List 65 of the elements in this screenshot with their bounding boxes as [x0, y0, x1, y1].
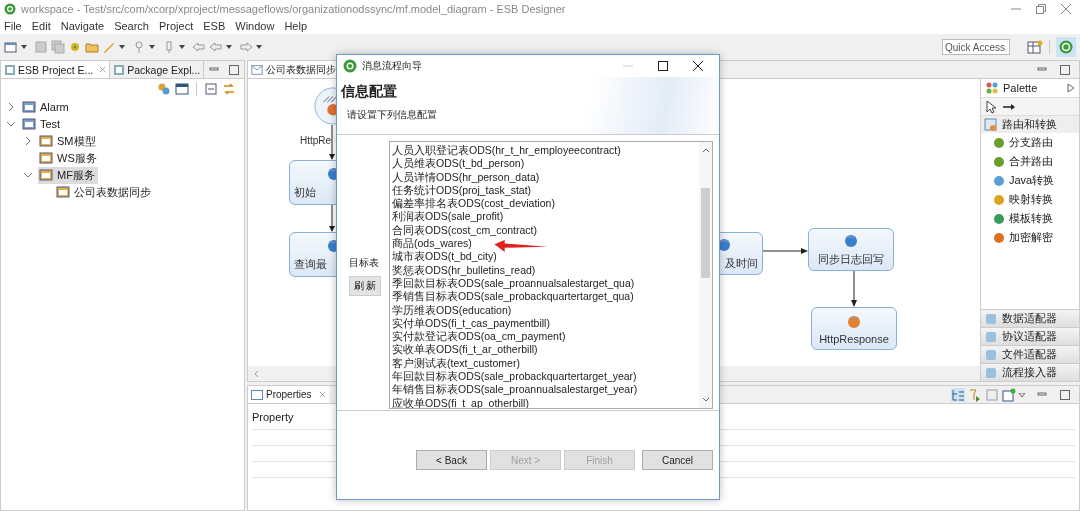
list-option[interactable]: 合同表ODS(cost_cm_contract) — [392, 223, 699, 238]
flow-node[interactable]: HttpResponse — [811, 307, 897, 350]
menu-item[interactable]: Help — [284, 20, 307, 32]
menu-item[interactable]: ESB — [203, 20, 226, 32]
tree-item[interactable]: 公司表数据同步 — [55, 183, 154, 201]
palette-item[interactable]: 模板转换 — [981, 209, 1079, 228]
menu-item[interactable]: Edit — [31, 20, 51, 32]
quick-access-field[interactable]: Quick Access — [942, 39, 1010, 55]
palette-item[interactable]: 映射转换 — [981, 190, 1079, 209]
menu-item[interactable]: File — [4, 20, 22, 32]
list-option[interactable]: 人员入职登记表ODS(hr_t_hr_employeecontract) — [392, 144, 699, 158]
list-option[interactable]: 利润表ODS(sale_profit) — [392, 210, 699, 224]
list-option[interactable]: 年销售目标表ODS(sale_proannualsalestarget_year) — [392, 383, 699, 397]
view-tab[interactable]: ESB Project E... — [1, 61, 111, 78]
palette-item[interactable]: 加密解密 — [981, 228, 1079, 247]
dialog-button[interactable]: Cancel — [642, 450, 713, 470]
list-option[interactable]: 季回款目标表ODS(sale_proannualsalestarget_qua) — [392, 276, 699, 291]
window-title: workspace - Test/src/com/xcorp/xproject/messageflows/organizationodssync/mf.model_diagram - ESB Designer — [21, 3, 566, 15]
palette-item[interactable]: Java转换 — [981, 171, 1079, 190]
list-option[interactable]: 实收单表ODS(fi_t_ar_otherbill) — [392, 343, 699, 357]
node-label: HttpRe — [300, 135, 332, 146]
list-option[interactable]: 年回款目标表ODS(sale_probackquartertarget_year) — [392, 370, 699, 384]
list-option[interactable]: 偏差率排名表ODS(cost_deviation) — [392, 197, 699, 211]
list-option[interactable]: 客户测试表(text_customer) — [392, 356, 699, 371]
list-option[interactable]: 季销售目标表ODS(sale_probackquartertarget_qua) — [392, 290, 699, 304]
node-label: 同步日志回写 — [818, 252, 884, 267]
tree-item[interactable]: Test — [21, 116, 64, 132]
list-option[interactable]: 商品(ods_wares) — [392, 237, 699, 251]
node-label: HttpResponse — [819, 332, 889, 345]
properties-tab[interactable]: Properties — [248, 386, 329, 403]
menu-item[interactable]: Project — [159, 20, 194, 32]
list-option[interactable]: 城市表ODS(t_bd_city) — [392, 250, 699, 264]
editor-tab[interactable]: 公司表数据同步 — [248, 61, 339, 78]
menu-item[interactable]: Window — [235, 20, 275, 32]
palette-drawer[interactable]: 数据适配器 — [981, 309, 1079, 327]
page-heading: 信息配置 — [341, 83, 398, 101]
list-option[interactable]: 学历维表ODS(education) — [392, 303, 699, 317]
list-option[interactable]: 人员维表ODS(t_bd_person) — [392, 157, 699, 171]
palette-drawer[interactable]: 文件适配器 — [981, 345, 1079, 363]
palette-drawer[interactable]: 流程接入器 — [981, 363, 1079, 381]
palette-group[interactable]: 路由和转换 — [981, 116, 1079, 133]
node-label: 初始 — [294, 185, 316, 200]
tree-item[interactable]: Alarm — [21, 99, 72, 115]
flow-node[interactable]: 同步日志回写 — [808, 228, 894, 271]
node-label: 查询最 — [294, 257, 327, 272]
page-description: 请设置下列信息配置 — [346, 108, 438, 122]
menu-item[interactable]: Navigate — [60, 20, 105, 32]
palette-item[interactable]: 分支路由 — [981, 133, 1079, 152]
node-label: 及时间 — [725, 256, 758, 271]
tree-item[interactable]: WS服务 — [38, 149, 100, 167]
refresh-button[interactable]: 刷 新 — [349, 275, 381, 296]
dialog-button[interactable]: < Back — [416, 450, 487, 470]
view-tab[interactable]: Package Expl... — [110, 61, 205, 78]
tree-item[interactable]: MF服务 — [38, 166, 98, 184]
list-option[interactable]: 奖惩表ODS(hr_bulletins_read) — [392, 263, 699, 277]
dialog-title: 消息流程向导 — [362, 59, 422, 73]
list-option[interactable]: 任务统计ODS(proj_task_stat) — [392, 183, 699, 198]
tree-item[interactable]: SM模型 — [38, 132, 99, 150]
list-option[interactable]: 实付款登记表ODS(oa_cm_payment) — [392, 330, 699, 344]
menu-item[interactable]: Search — [114, 20, 149, 32]
palette-item[interactable]: 合并路由 — [981, 152, 1079, 171]
list-option[interactable]: 实付单ODS(fi_t_cas_paymentbill) — [392, 316, 699, 331]
field-label: 目标表 — [349, 255, 380, 270]
list-option[interactable]: 人员详情ODS(hr_person_data) — [392, 170, 699, 184]
palette-drawer[interactable]: 协议适配器 — [981, 327, 1079, 345]
